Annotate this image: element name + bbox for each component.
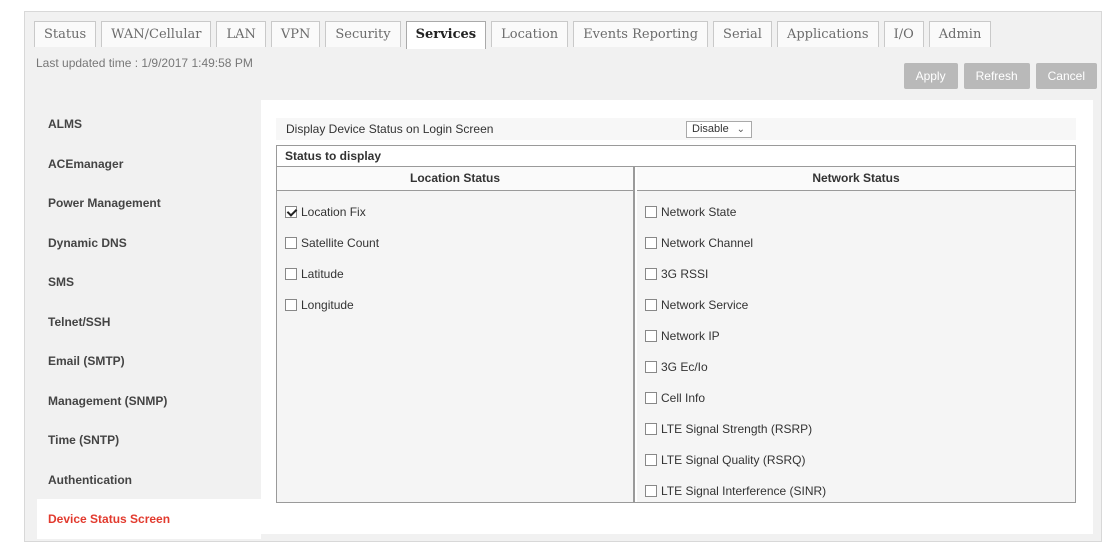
checkbox-lte-sinr[interactable]: LTE Signal Interference (SINR) xyxy=(645,482,826,500)
checkbox-label: Location Fix xyxy=(301,205,366,219)
tab-services[interactable]: Services xyxy=(405,21,487,49)
display-status-value: Disable xyxy=(692,123,729,135)
sidebar-item-authentication[interactable]: Authentication xyxy=(37,460,261,500)
cancel-button[interactable]: Cancel xyxy=(1035,63,1097,89)
checkbox-unchecked-icon xyxy=(645,299,657,311)
checkbox-label: LTE Signal Quality (RSRQ) xyxy=(661,453,806,467)
sidebar-item-power-management[interactable]: Power Management xyxy=(37,183,261,223)
sidebar-item-management-snmp[interactable]: Management (SNMP) xyxy=(37,381,261,421)
tab-location[interactable]: Location xyxy=(491,21,569,47)
checkbox-unchecked-icon xyxy=(645,361,657,373)
checkbox-3g-ecio[interactable]: 3G Ec/Io xyxy=(645,358,708,376)
checkbox-longitude[interactable]: Longitude xyxy=(285,296,354,314)
last-updated-text: Last updated time : 1/9/2017 1:49:58 PM xyxy=(36,56,253,70)
status-to-display-table: Status to display Location Status Locati… xyxy=(276,145,1076,503)
tab-status[interactable]: Status xyxy=(34,21,97,47)
sidebar-item-telnet-ssh[interactable]: Telnet/SSH xyxy=(37,302,261,342)
checkbox-label: Network Channel xyxy=(661,236,754,250)
sidebar-item-alms[interactable]: ALMS xyxy=(37,104,261,144)
checkbox-unchecked-icon xyxy=(645,454,657,466)
display-status-row: Display Device Status on Login Screen Di… xyxy=(276,118,1076,140)
sidebar-item-dynamic-dns[interactable]: Dynamic DNS xyxy=(37,223,261,263)
checkbox-unchecked-icon xyxy=(645,237,657,249)
tab-vpn[interactable]: VPN xyxy=(270,21,321,47)
sidebar-item-email-smtp[interactable]: Email (SMTP) xyxy=(37,341,261,381)
checkbox-label: 3G Ec/Io xyxy=(661,360,708,374)
display-status-label: Display Device Status on Login Screen xyxy=(286,122,494,136)
tab-io[interactable]: I/O xyxy=(883,21,924,47)
status-to-display-header: Status to display xyxy=(277,146,1075,167)
sidebar-item-device-status-screen[interactable]: Device Status Screen xyxy=(37,499,261,539)
chevron-down-icon: ⌄ xyxy=(736,124,745,135)
refresh-button[interactable]: Refresh xyxy=(963,63,1030,89)
checkbox-unchecked-icon xyxy=(645,423,657,435)
location-status-header: Location Status xyxy=(277,167,633,191)
checkbox-latitude[interactable]: Latitude xyxy=(285,265,344,283)
checkbox-unchecked-icon xyxy=(645,485,657,497)
sidebar-item-sms[interactable]: SMS xyxy=(37,262,261,302)
network-status-column: Network Status Network State Network Cha… xyxy=(637,167,1075,502)
checkbox-label: Network State xyxy=(661,205,737,219)
top-tab-bar: Status WAN/Cellular LAN VPN Security Ser… xyxy=(34,21,992,49)
location-status-column: Location Status Location Fix Satellite C… xyxy=(277,167,635,502)
checkbox-unchecked-icon xyxy=(285,268,297,280)
network-status-header: Network Status xyxy=(637,167,1075,191)
checkbox-3g-rssi[interactable]: 3G RSSI xyxy=(645,265,708,283)
checkbox-network-ip[interactable]: Network IP xyxy=(645,327,720,345)
checkbox-lte-rsrq[interactable]: LTE Signal Quality (RSRQ) xyxy=(645,451,806,469)
checkbox-network-channel[interactable]: Network Channel xyxy=(645,234,753,252)
sidebar-item-acemanager[interactable]: ACEmanager xyxy=(37,144,261,184)
checkbox-label: Satellite Count xyxy=(301,236,380,250)
tab-serial[interactable]: Serial xyxy=(713,21,772,47)
checkbox-label: 3G RSSI xyxy=(661,267,709,281)
checkbox-location-fix[interactable]: Location Fix xyxy=(285,203,366,221)
checkbox-unchecked-icon xyxy=(285,299,297,311)
checkbox-network-state[interactable]: Network State xyxy=(645,203,736,221)
checkbox-unchecked-icon xyxy=(645,268,657,280)
tab-wan-cellular[interactable]: WAN/Cellular xyxy=(101,21,212,47)
checkbox-unchecked-icon xyxy=(645,206,657,218)
sidebar-item-time-sntp[interactable]: Time (SNTP) xyxy=(37,420,261,460)
display-status-select[interactable]: Disable ⌄ xyxy=(686,121,752,138)
checkbox-label: Longitude xyxy=(301,298,354,312)
checkbox-checked-icon xyxy=(285,206,297,218)
tab-lan[interactable]: LAN xyxy=(216,21,266,47)
checkbox-unchecked-icon xyxy=(645,392,657,404)
checkbox-label: Cell Info xyxy=(661,391,706,405)
action-buttons: Apply Refresh Cancel xyxy=(903,63,1097,89)
tab-events-reporting[interactable]: Events Reporting xyxy=(573,21,709,47)
checkbox-network-service[interactable]: Network Service xyxy=(645,296,748,314)
checkbox-label: Latitude xyxy=(301,267,344,281)
apply-button[interactable]: Apply xyxy=(903,63,958,89)
checkbox-label: Network Service xyxy=(661,298,749,312)
services-sidebar: ALMS ACEmanager Power Management Dynamic… xyxy=(37,104,261,539)
checkbox-label: LTE Signal Strength (RSRP) xyxy=(661,422,813,436)
checkbox-label: LTE Signal Interference (SINR) xyxy=(661,484,827,498)
checkbox-satellite-count[interactable]: Satellite Count xyxy=(285,234,379,252)
tab-admin[interactable]: Admin xyxy=(928,21,992,47)
checkbox-unchecked-icon xyxy=(285,237,297,249)
tab-security[interactable]: Security xyxy=(325,21,401,47)
tab-applications[interactable]: Applications xyxy=(776,21,879,47)
checkbox-lte-rsrp[interactable]: LTE Signal Strength (RSRP) xyxy=(645,420,812,438)
checkbox-cell-info[interactable]: Cell Info xyxy=(645,389,705,407)
checkbox-label: Network IP xyxy=(661,329,720,343)
checkbox-unchecked-icon xyxy=(645,330,657,342)
